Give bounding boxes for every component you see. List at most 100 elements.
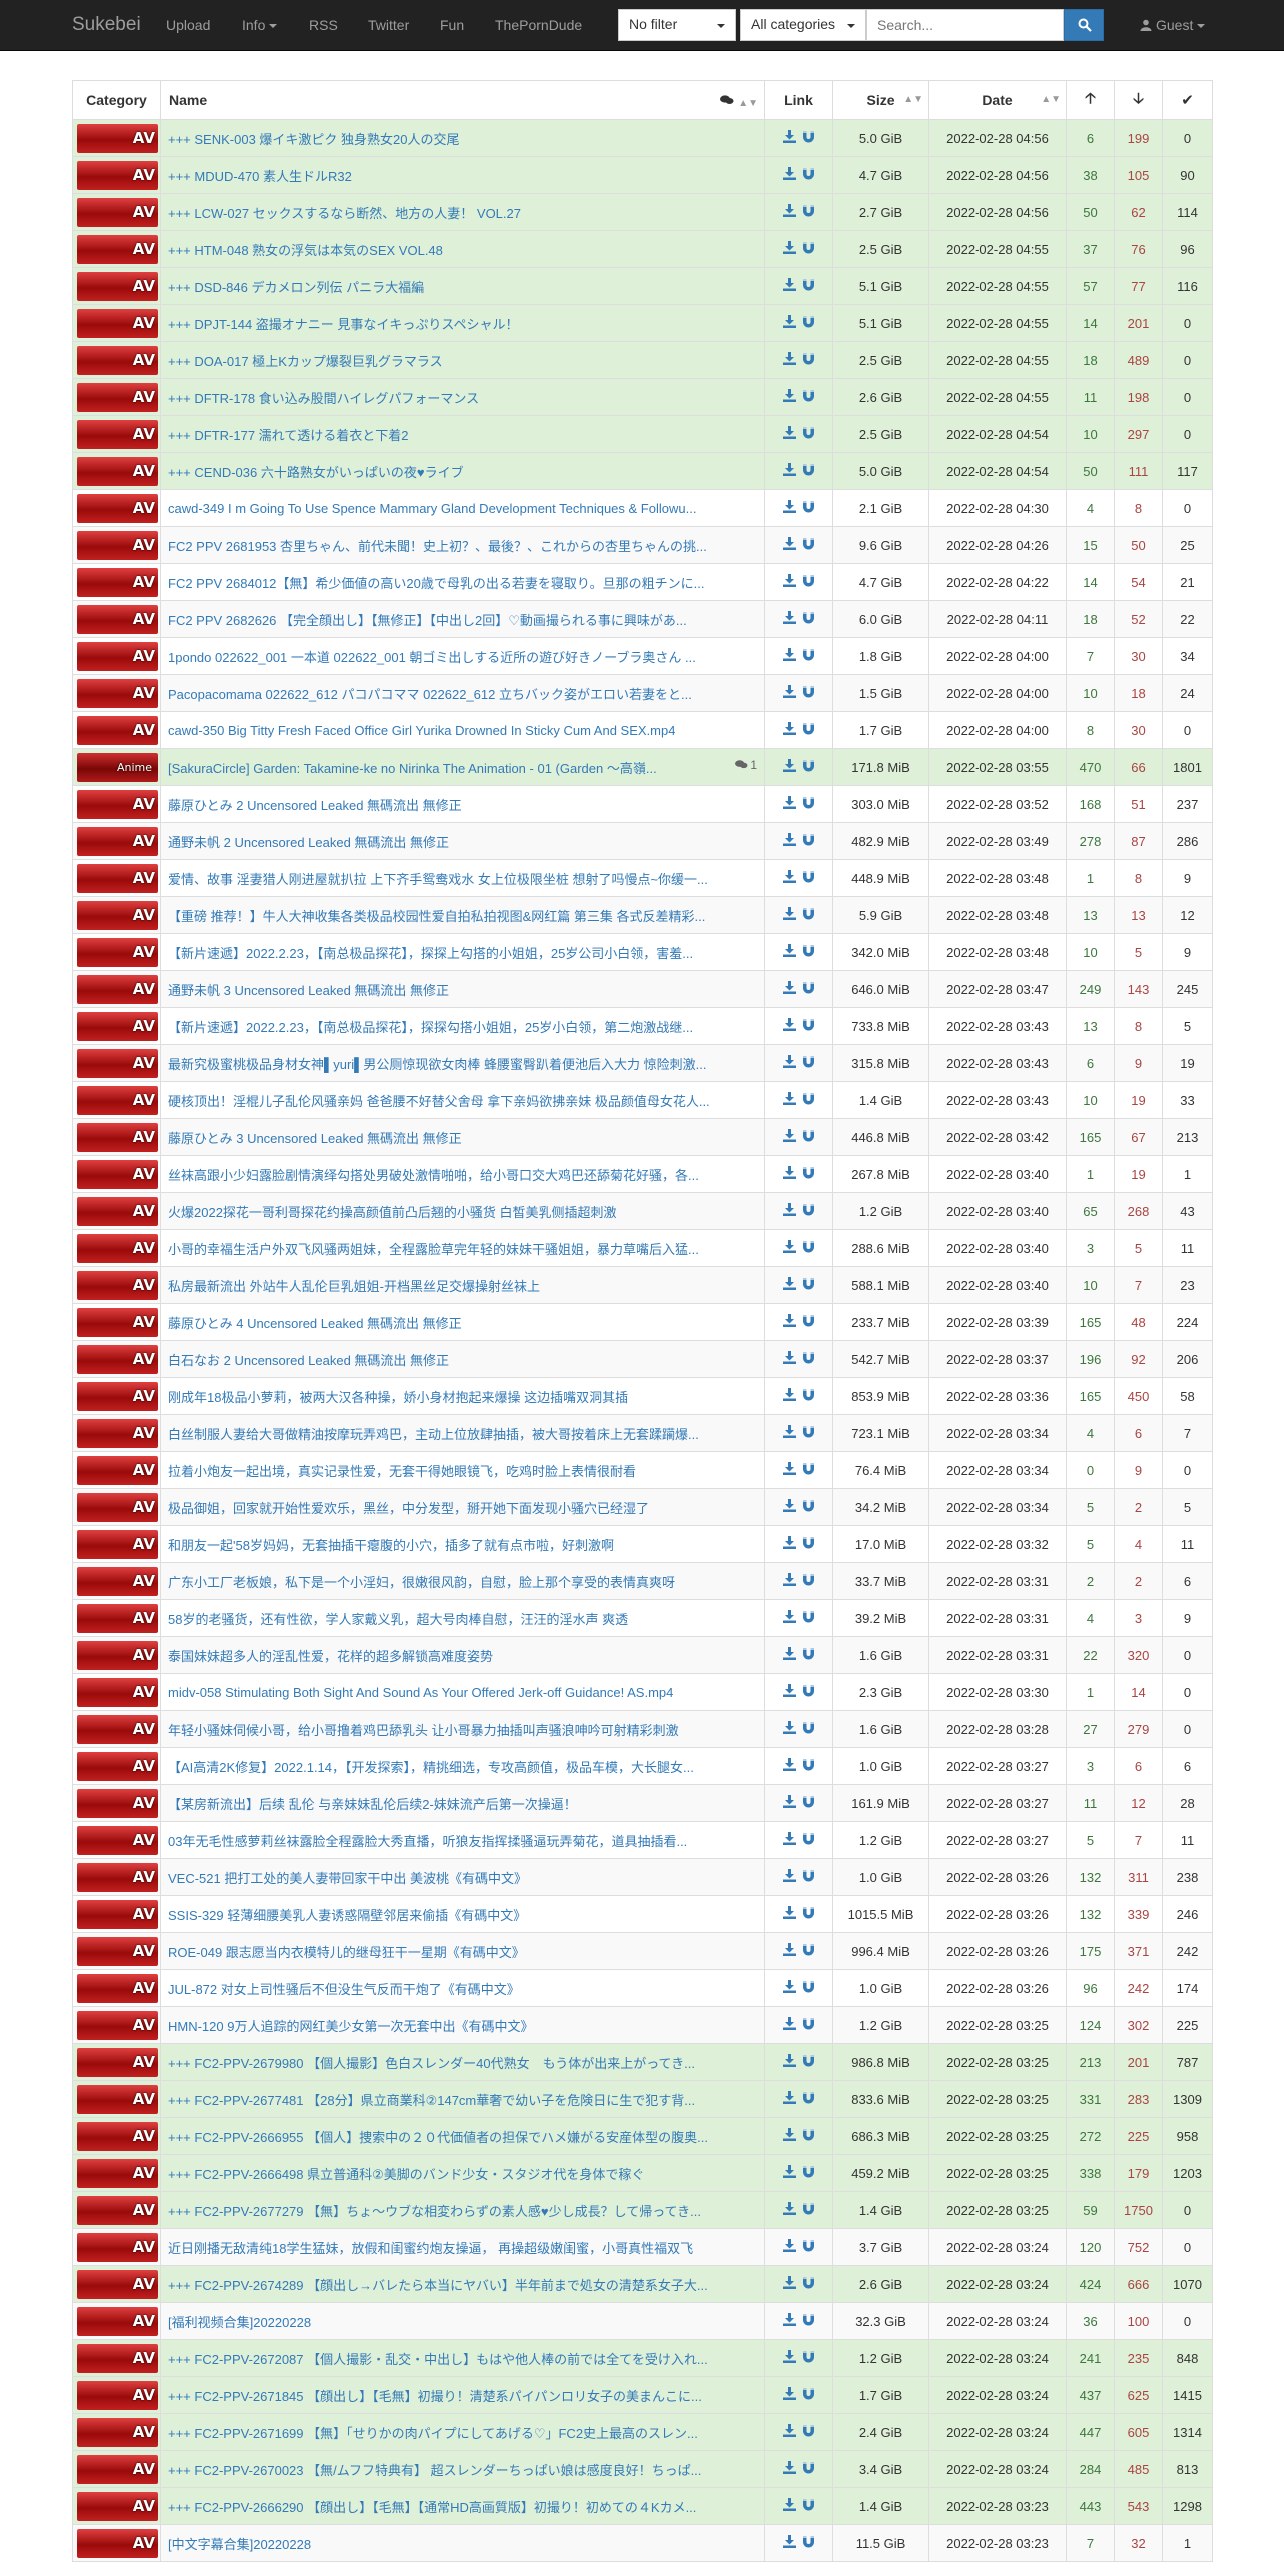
row-category[interactable]: AV	[72, 1007, 161, 1045]
row-category[interactable]: AV	[72, 1414, 161, 1452]
row-category[interactable]: AV	[72, 2228, 161, 2266]
header-size[interactable]: Size ▲▼	[832, 80, 929, 120]
category-badge[interactable]: AV	[77, 678, 158, 708]
category-badge[interactable]: AV	[77, 1307, 158, 1337]
category-badge[interactable]: AV	[77, 1344, 158, 1374]
category-badge[interactable]: AV	[77, 1640, 158, 1670]
category-badge[interactable]: AV	[77, 2380, 158, 2410]
torrent-title-link[interactable]: 丝袜高跟小少妇露脸剧情演绎勾搭处男破处激情啪啪，给小哥口交大鸡巴还舔菊花好骚，各…	[168, 1165, 699, 1184]
torrent-title-link[interactable]: +++ CEND-036 六十路熟女がいっぱいの夜♥ライブ	[168, 462, 464, 481]
download-icon[interactable]	[782, 500, 796, 516]
magnet-icon[interactable]	[802, 2091, 815, 2107]
torrent-title-link[interactable]: 火爆2022探花一哥利哥探花约操高颜值前凸后翘的小骚货 白皙美乳侧插超刺激	[168, 1202, 617, 1221]
nav-upload[interactable]: Upload	[166, 17, 210, 33]
magnet-icon[interactable]	[802, 1203, 815, 1219]
row-category[interactable]: AV	[72, 2487, 161, 2525]
category-badge[interactable]: AV	[77, 2232, 158, 2262]
magnet-icon[interactable]	[802, 315, 815, 331]
category-badge[interactable]: AV	[77, 1899, 158, 1929]
category-badge[interactable]: AV	[77, 271, 158, 301]
magnet-icon[interactable]	[802, 2313, 815, 2329]
torrent-title-link[interactable]: 【重磅 推荐！】牛人大神收集各类极品校园性爱自拍私拍视图&网红篇 第三集 各式反…	[168, 906, 705, 925]
torrent-title-link[interactable]: +++ DPJT-144 盗撮オナニー 見事なイキっぷりスペシャル！	[168, 314, 519, 333]
row-category[interactable]: AV	[72, 2376, 161, 2414]
torrent-title-link[interactable]: 白丝制服人妻给大哥做精油按摩玩弄鸡巴，主动上位放肆抽插，被大哥按着床上无套蹂躏爆…	[168, 1424, 699, 1443]
download-icon[interactable]	[782, 648, 796, 664]
download-icon[interactable]	[782, 2424, 796, 2440]
download-icon[interactable]	[782, 1869, 796, 1885]
download-icon[interactable]	[782, 2350, 796, 2366]
download-icon[interactable]	[782, 2387, 796, 2403]
comment-count[interactable]: 1	[735, 758, 757, 772]
download-icon[interactable]	[782, 833, 796, 849]
category-badge[interactable]: AV	[77, 900, 158, 930]
torrent-title-link[interactable]: 泰国妹妹超多人的淫乱性爱，花样的超多解锁高难度姿势	[168, 1646, 493, 1665]
download-icon[interactable]	[782, 981, 796, 997]
magnet-icon[interactable]	[802, 426, 815, 442]
torrent-title-link[interactable]: 私房最新流出 外站牛人乱伦巨乳姐姐-开档黑丝足交爆操射丝袜上	[168, 1276, 540, 1295]
nav-twitter[interactable]: Twitter	[368, 17, 409, 33]
row-category[interactable]: AV	[72, 1673, 161, 1711]
nav-fun[interactable]: Fun	[440, 17, 464, 33]
download-icon[interactable]	[782, 352, 796, 368]
magnet-icon[interactable]	[802, 2424, 815, 2440]
magnet-icon[interactable]	[802, 574, 815, 590]
magnet-icon[interactable]	[802, 1795, 815, 1811]
nav-rss[interactable]: RSS	[309, 17, 338, 33]
magnet-icon[interactable]	[802, 1314, 815, 1330]
torrent-title-link[interactable]: 近日刚播无敌清纯18学生猛妹，放假和闺蜜约炮友操逼， 再操超级嫩闺蜜，小哥真性福…	[168, 2238, 693, 2257]
category-badge[interactable]: AV	[77, 1270, 158, 1300]
row-category[interactable]: AV	[72, 674, 161, 712]
magnet-icon[interactable]	[802, 463, 815, 479]
row-category[interactable]: AV	[72, 970, 161, 1008]
row-category[interactable]: AV	[72, 1895, 161, 1933]
torrent-title-link[interactable]: [中文字幕合集]20220228	[168, 2534, 311, 2553]
torrent-title-link[interactable]: Pacopacomama 022622_612 パコパコママ 022622_61…	[168, 684, 692, 703]
magnet-icon[interactable]	[802, 1055, 815, 1071]
row-category[interactable]: AV	[72, 2154, 161, 2192]
row-category[interactable]: AV	[72, 1118, 161, 1156]
torrent-title-link[interactable]: 藤原ひとみ 3 Uncensored Leaked 無碼流出 無修正	[168, 1128, 462, 1147]
torrent-title-link[interactable]: [SakuraCircle] Garden: Takamine-ke no Ni…	[168, 758, 657, 777]
row-category[interactable]: AV	[72, 2339, 161, 2377]
torrent-title-link[interactable]: +++ DOA-017 極上Kカップ爆裂巨乳グラマラス	[168, 351, 443, 370]
download-icon[interactable]	[782, 759, 796, 775]
torrent-title-link[interactable]: +++ FC2-PPV-2672087 【個人撮影・乱交・中出し】もはや他人棒の…	[168, 2349, 708, 2368]
category-badge[interactable]: AV	[77, 1677, 158, 1707]
row-category[interactable]: AV	[72, 1303, 161, 1341]
magnet-icon[interactable]	[802, 2202, 815, 2218]
row-category[interactable]: AV	[72, 896, 161, 934]
magnet-icon[interactable]	[802, 1684, 815, 1700]
download-icon[interactable]	[782, 796, 796, 812]
download-icon[interactable]	[782, 1314, 796, 1330]
category-badge[interactable]: AV	[77, 567, 158, 597]
row-category[interactable]: AV	[72, 2302, 161, 2340]
torrent-title-link[interactable]: 刚成年18极品小萝莉，被两大汉各种操，娇小身材抱起来爆操 这边插嘴双洞其插	[168, 1387, 628, 1406]
category-badge[interactable]: AV	[77, 2121, 158, 2151]
download-icon[interactable]	[782, 1536, 796, 1552]
magnet-icon[interactable]	[802, 1240, 815, 1256]
comments-sort[interactable]: ▲▼	[720, 93, 758, 109]
download-icon[interactable]	[782, 167, 796, 183]
download-icon[interactable]	[782, 685, 796, 701]
row-category[interactable]: AV	[72, 341, 161, 379]
download-icon[interactable]	[782, 1462, 796, 1478]
download-icon[interactable]	[782, 204, 796, 220]
category-badge[interactable]: AV	[77, 234, 158, 264]
torrent-title-link[interactable]: +++ FC2-PPV-2671699 【無】「せりかの肉パイプにしてあげる♡」…	[168, 2423, 698, 2442]
category-badge[interactable]: AV	[77, 530, 158, 560]
row-category[interactable]: AV	[72, 526, 161, 564]
download-icon[interactable]	[782, 1832, 796, 1848]
download-icon[interactable]	[782, 1795, 796, 1811]
torrent-title-link[interactable]: +++ FC2-PPV-2677279 【無】ちょ〜ウブな相変わらずの素人感♥少…	[168, 2201, 701, 2220]
row-category[interactable]: AV	[72, 1858, 161, 1896]
magnet-icon[interactable]	[802, 1536, 815, 1552]
torrent-title-link[interactable]: VEC-521 把打工处的美人妻带回家干中出 美波桃《有碼中文》	[168, 1868, 527, 1887]
download-icon[interactable]	[782, 278, 796, 294]
category-badge[interactable]: AV	[77, 1196, 158, 1226]
row-category[interactable]: AV	[72, 1821, 161, 1859]
download-icon[interactable]	[782, 574, 796, 590]
download-icon[interactable]	[782, 1277, 796, 1293]
category-badge[interactable]: AV	[77, 715, 158, 745]
category-badge[interactable]: AV	[77, 641, 158, 671]
